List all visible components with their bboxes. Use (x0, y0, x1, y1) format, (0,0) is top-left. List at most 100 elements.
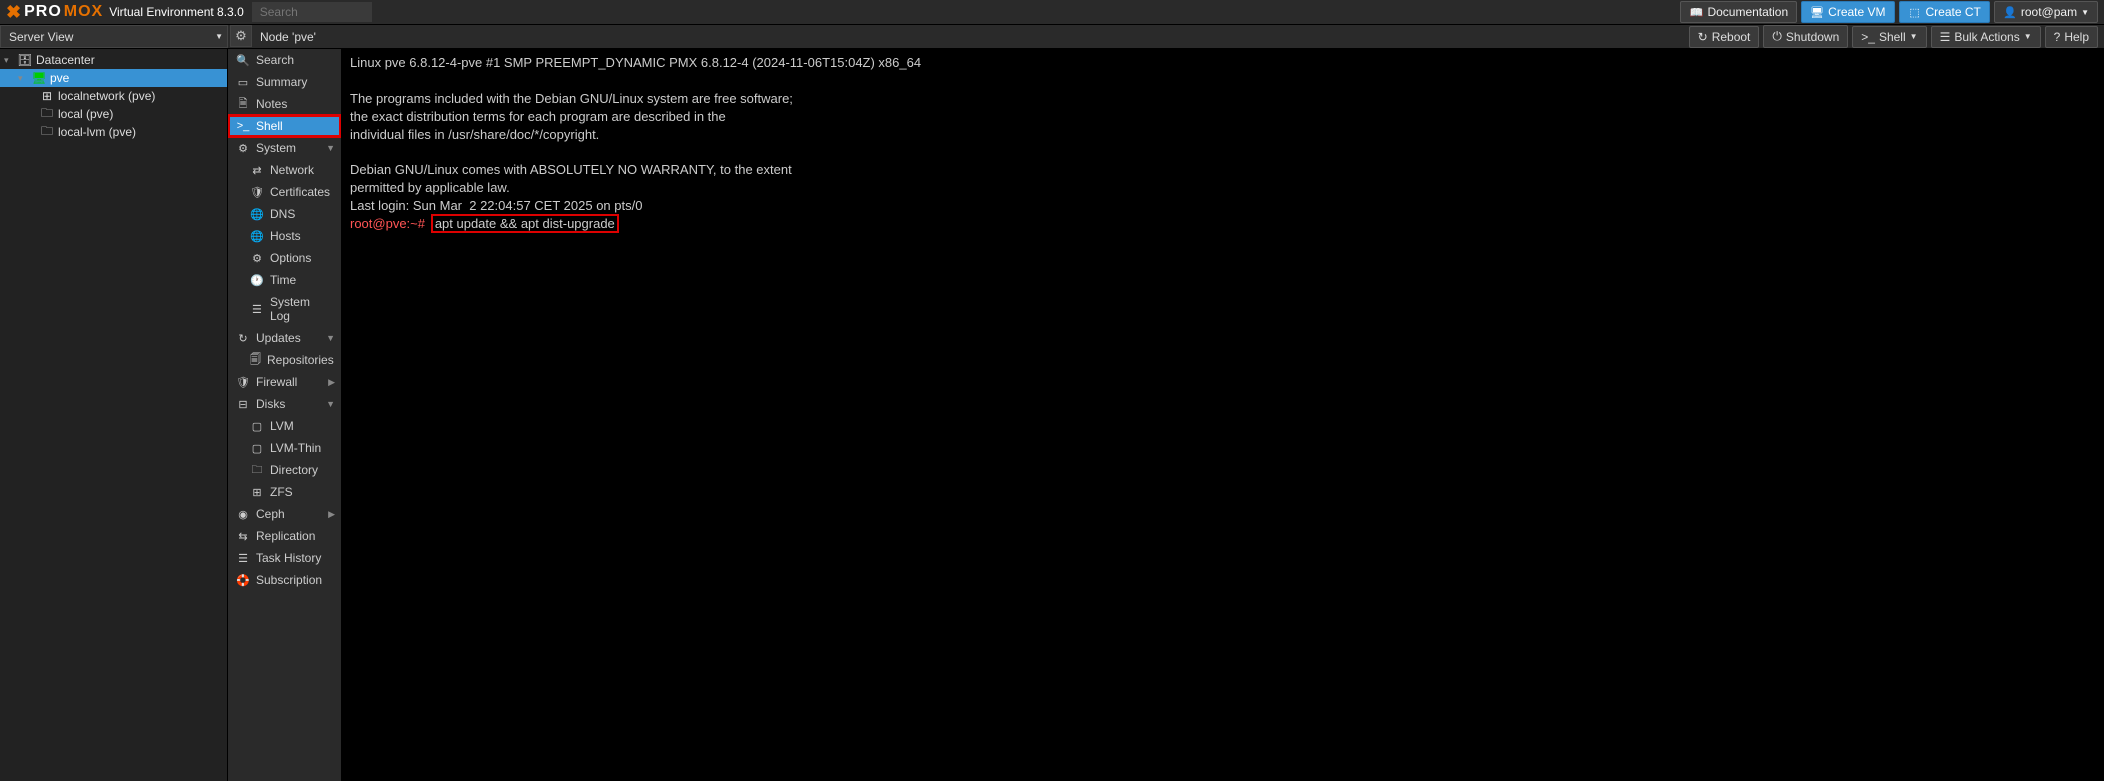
reboot-button[interactable]: ↻ Reboot (1689, 26, 1760, 48)
menu-certificates[interactable]: 🛡Certificates (228, 181, 341, 203)
term-line: Debian GNU/Linux comes with ABSOLUTELY N… (350, 162, 792, 177)
menu-network[interactable]: ⇄Network (228, 159, 341, 181)
tree-settings-button[interactable]: ⚙ (230, 25, 252, 47)
note-icon: 🗎 (236, 97, 250, 111)
menu-directory[interactable]: 🗀 Directory (228, 459, 341, 481)
node-menu: 🔍Search ▭ Summary 🗎 Notes >_Shell ⚙System▼… (228, 49, 342, 781)
menu-zfs[interactable]: ⊞ ZFS (228, 481, 341, 503)
grid-icon: ⊞ (250, 485, 264, 499)
menu-shell[interactable]: >_Shell (228, 115, 341, 137)
power-icon: ⏻ (1772, 29, 1782, 44)
menu-directory-label: Directory (270, 463, 318, 477)
menu-taskhistory[interactable]: ☰Task History (228, 547, 341, 569)
logo-text-pro: PRO (24, 3, 62, 21)
menu-repositories-label: Repositories (267, 353, 334, 367)
list-icon: ☰ (236, 551, 250, 565)
tree-locallvm[interactable]: 🗀 local-lvm (pve) (0, 123, 227, 141)
menu-options[interactable]: ⚙Options (228, 247, 341, 269)
menu-updates[interactable]: ↻Updates▼ (228, 327, 341, 349)
clock-icon: 🕐 (250, 273, 264, 287)
server-icon: 🗄 (18, 53, 32, 67)
menu-lvm[interactable]: ▢LVM (228, 415, 341, 437)
menu-search-label: Search (256, 53, 294, 67)
resource-tree: ▾ 🗄 Datacenter ▾ 🖥 pve ⊞ localnetwork (p… (0, 49, 228, 781)
menu-disks-label: Disks (256, 397, 285, 411)
node-icon: 🖥 (32, 71, 46, 85)
storage-icon: 🗀 (40, 107, 54, 121)
menu-replication[interactable]: ⇆Replication (228, 525, 341, 547)
menu-lvmthin-label: LVM-Thin (270, 441, 321, 455)
chevron-down-icon: ▼ (2081, 8, 2089, 17)
menu-dns[interactable]: 🌐DNS (228, 203, 341, 225)
menu-certificates-label: Certificates (270, 185, 330, 199)
server-view-dropdown[interactable]: Server View ▼ (0, 25, 228, 48)
search-input[interactable] (252, 2, 372, 22)
menu-time[interactable]: 🕐Time (228, 269, 341, 291)
term-line: Linux pve 6.8.12-4-pve #1 SMP PREEMPT_DY… (350, 55, 921, 70)
chevron-down-icon: ▼ (1910, 32, 1918, 41)
create-ct-label: Create CT (1926, 5, 1981, 19)
help-button[interactable]: ? Help (2045, 26, 2098, 48)
ceph-icon: ◉ (236, 507, 250, 521)
menu-options-label: Options (270, 251, 311, 265)
user-menu-button[interactable]: 👤 root@pam ▼ (1994, 1, 2098, 23)
shell-terminal[interactable]: Linux pve 6.8.12-4-pve #1 SMP PREEMPT_DY… (342, 49, 2104, 781)
tree-local[interactable]: 🗀 local (pve) (0, 105, 227, 123)
menu-lvmthin[interactable]: ▢ LVM-Thin (228, 437, 341, 459)
create-vm-button[interactable]: 🖥 Create VM (1801, 1, 1894, 23)
menu-search[interactable]: 🔍Search (228, 49, 341, 71)
chevron-down-icon: ▼ (326, 399, 335, 409)
shutdown-button[interactable]: ⏻ Shutdown (1763, 25, 1848, 48)
menu-system[interactable]: ⚙System▼ (228, 137, 341, 159)
terminal-icon: >_ (236, 119, 250, 133)
chevron-right-icon: ▶ (328, 509, 335, 520)
storage-icon: 🗀 (40, 125, 54, 139)
chevron-down-icon: ▼ (326, 333, 335, 343)
help-icon: ? (2054, 30, 2061, 44)
sync-icon: ⇆ (236, 529, 250, 543)
documentation-label: Documentation (1707, 5, 1788, 19)
menu-notes-label: Notes (256, 97, 287, 111)
shield-icon: 🛡 (236, 375, 250, 389)
menu-notes[interactable]: 🗎 Notes (228, 93, 341, 115)
menu-subscription-label: Subscription (256, 573, 322, 587)
shell-dropdown-button[interactable]: >_ Shell ▼ (1852, 26, 1926, 48)
logo-text-mox: MOX (64, 3, 103, 21)
documentation-button[interactable]: 📖 Documentation (1680, 1, 1797, 23)
toolbar-row: Server View ▼ ⚙ Node 'pve' ↻ Reboot ⏻ Sh… (0, 25, 2104, 49)
top-bar: ✖ PROMOX Virtual Environment 8.3.0 📖 Doc… (0, 0, 2104, 25)
book-icon: 📖 (1689, 5, 1703, 19)
reboot-label: Reboot (1712, 30, 1751, 44)
globe-icon: 🌐 (250, 229, 264, 243)
tree-node-pve[interactable]: ▾ 🖥 pve (0, 69, 227, 87)
menu-summary[interactable]: ▭ Summary (228, 71, 341, 93)
node-label-text: Node 'pve' (260, 30, 316, 44)
menu-syslog[interactable]: ☰System Log (228, 291, 341, 327)
gear-icon: ⚙ (235, 28, 247, 44)
node-actions: ↻ Reboot ⏻ Shutdown >_ Shell ▼ ☰ Bulk Ac… (1689, 25, 2104, 48)
menu-repositories[interactable]: 🗐Repositories (228, 349, 341, 371)
term-line: Last login: Sun Mar 2 22:04:57 CET 2025 … (350, 198, 642, 213)
menu-firewall[interactable]: 🛡Firewall▶ (228, 371, 341, 393)
chart-icon: ▭ (236, 75, 250, 89)
create-ct-button[interactable]: ⬚ Create CT (1899, 1, 1990, 23)
logo-x-icon: ✖ (6, 2, 22, 23)
tree-datacenter[interactable]: ▾ 🗄 Datacenter (0, 51, 227, 69)
menu-summary-label: Summary (256, 75, 307, 89)
menu-ceph[interactable]: ◉Ceph▶ (228, 503, 341, 525)
term-line: individual files in /usr/share/doc/*/cop… (350, 127, 599, 142)
bulk-actions-button[interactable]: ☰ Bulk Actions ▼ (1931, 26, 2041, 48)
menu-hosts[interactable]: 🌐Hosts (228, 225, 341, 247)
reboot-icon: ↻ (1698, 30, 1708, 44)
menu-disks[interactable]: ⊟Disks▼ (228, 393, 341, 415)
chevron-down-icon: ▼ (215, 32, 223, 41)
terminal-icon: >_ (1861, 30, 1875, 44)
collapse-icon: ▾ (4, 55, 14, 66)
logo: ✖ PROMOX (6, 2, 103, 23)
folder-icon: 🗀 (250, 463, 264, 477)
cube-icon: ⬚ (1908, 5, 1922, 19)
square-icon: ▢ (250, 441, 264, 455)
menu-zfs-label: ZFS (270, 485, 293, 499)
menu-subscription[interactable]: 🛟Subscription (228, 569, 341, 591)
tree-localnetwork[interactable]: ⊞ localnetwork (pve) (0, 87, 227, 105)
